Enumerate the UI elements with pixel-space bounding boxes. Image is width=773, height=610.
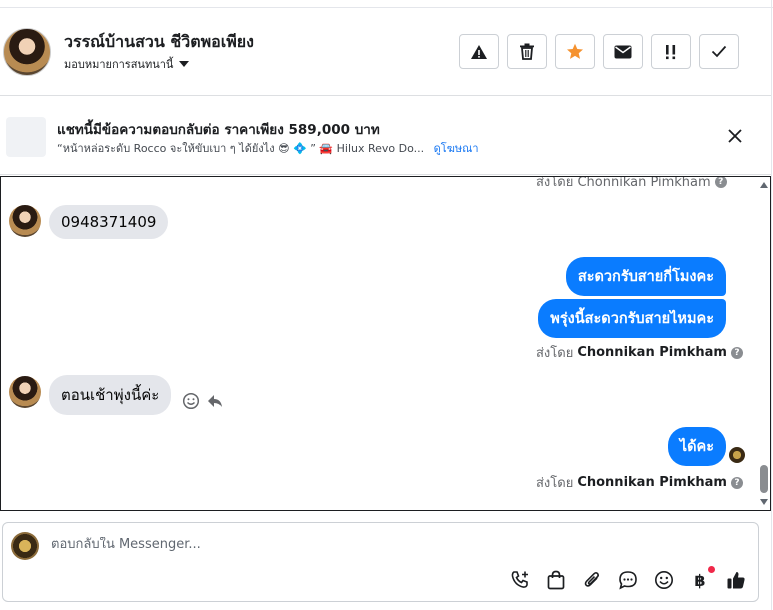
assign-label: มอบหมายการสนทนานี้ — [64, 58, 174, 71]
attach-button[interactable] — [581, 569, 603, 591]
assign-conversation-dropdown[interactable]: มอบหมายการสนทนานี้ — [64, 55, 190, 73]
follow-up-button[interactable] — [651, 34, 691, 69]
smiley-icon — [655, 571, 673, 589]
help-icon[interactable]: ? — [730, 476, 743, 489]
seen-avatar — [729, 447, 745, 463]
star-button[interactable] — [555, 34, 595, 69]
help-icon[interactable]: ? — [714, 177, 727, 188]
double-exclamation-icon — [666, 44, 676, 59]
chat-bubble-icon — [619, 571, 637, 590]
sent-by-label-partial: ส่งโดย Chonnikan Pimkham ? — [536, 176, 727, 192]
message-bubble-outgoing[interactable]: พรุ่งนี้สะดวกรับสายไหมคะ — [538, 299, 726, 338]
sent-by-prefix: ส่งโดย — [536, 476, 574, 491]
message-bubble-outgoing[interactable]: ได้คะ — [667, 427, 726, 466]
message-bubble-outgoing[interactable]: สะดวกรับสายกี่โมงคะ — [565, 257, 726, 296]
page-avatar — [11, 532, 39, 560]
sent-by-prefix: ส่งโดย — [536, 346, 574, 361]
composer-toolbar: ฿ — [509, 566, 747, 591]
ad-snippet: “หน้าหล่อระดับ Rocco จะให้ขับเบา ๆ ได้ยั… — [57, 142, 425, 155]
shop-button[interactable] — [545, 569, 567, 591]
ad-title: แชทนี้มีข้อความตอบกลับต่อ ราคาเพียง 589,… — [57, 122, 380, 138]
ad-context-bar: แชทนี้มีข้อความตอบกลับต่อ ราคาเพียง 589,… — [0, 97, 771, 175]
trash-icon — [520, 43, 534, 60]
mark-unread-button[interactable] — [603, 34, 643, 69]
view-ad-link[interactable]: ดูโฆษณา — [434, 142, 479, 155]
contact-name[interactable]: วรรณ์บ้านสวน ชีวิตพอเพียง — [64, 30, 254, 55]
reply-composer: ฿ — [2, 522, 759, 602]
star-icon — [567, 43, 583, 59]
phone-plus-icon — [511, 571, 528, 588]
saved-replies-button[interactable] — [617, 569, 639, 591]
close-icon[interactable] — [727, 128, 743, 144]
sent-by-name: Chonnikan Pimkham — [577, 475, 727, 490]
contact-avatar-small[interactable] — [9, 205, 41, 237]
thumbs-up-icon — [727, 572, 745, 589]
mark-done-button[interactable] — [699, 34, 739, 69]
message-thread: ส่งโดย Chonnikan Pimkham ? 0948371409 สะ… — [0, 176, 771, 511]
right-divider — [771, 0, 772, 610]
sent-by-text: ส่งโดย Chonnikan Pimkham — [536, 176, 711, 190]
payment-button[interactable]: ฿ — [689, 566, 715, 591]
report-button[interactable] — [459, 34, 499, 69]
header-actions — [459, 34, 739, 69]
emoji-button[interactable] — [653, 569, 675, 591]
contact-avatar[interactable] — [3, 28, 51, 76]
ad-snippet-row: “หน้าหล่อระดับ Rocco จะให้ขับเบา ๆ ได้ยั… — [57, 139, 479, 157]
warning-icon — [471, 44, 487, 59]
notification-dot — [708, 566, 715, 573]
scrollbar[interactable] — [758, 177, 770, 509]
conversation-header: วรรณ์บ้านสวน ชีวิตพอเพียง มอบหมายการสนทน… — [0, 8, 771, 96]
like-button[interactable] — [725, 569, 747, 591]
message-bubble-incoming[interactable]: 0948371409 — [49, 205, 169, 239]
sent-by-name: Chonnikan Pimkham — [577, 345, 727, 360]
reply-icon[interactable] — [206, 392, 224, 410]
sent-by-label: ส่งโดย Chonnikan Pimkham ? — [536, 342, 743, 363]
delete-button[interactable] — [507, 34, 547, 69]
ad-thumbnail — [6, 117, 46, 157]
scrollbar-thumb[interactable] — [760, 465, 768, 493]
message-bubble-incoming[interactable]: ตอนเช้าพุ่งนี้ค่ะ — [49, 375, 172, 415]
caret-down-icon — [179, 61, 190, 67]
scroll-up-arrow[interactable] — [760, 182, 768, 188]
help-icon[interactable]: ? — [730, 346, 743, 359]
check-icon — [711, 45, 727, 58]
scroll-down-arrow[interactable] — [760, 499, 768, 505]
react-smiley-icon[interactable] — [182, 392, 200, 410]
paperclip-icon — [584, 572, 599, 587]
contact-avatar-small[interactable] — [9, 376, 41, 408]
shopping-bag-icon — [547, 570, 565, 590]
call-button[interactable] — [509, 569, 531, 591]
baht-icon: ฿ — [694, 570, 706, 590]
envelope-icon — [614, 45, 632, 58]
sent-by-label: ส่งโดย Chonnikan Pimkham ? — [536, 472, 743, 493]
reply-input[interactable] — [51, 537, 651, 552]
